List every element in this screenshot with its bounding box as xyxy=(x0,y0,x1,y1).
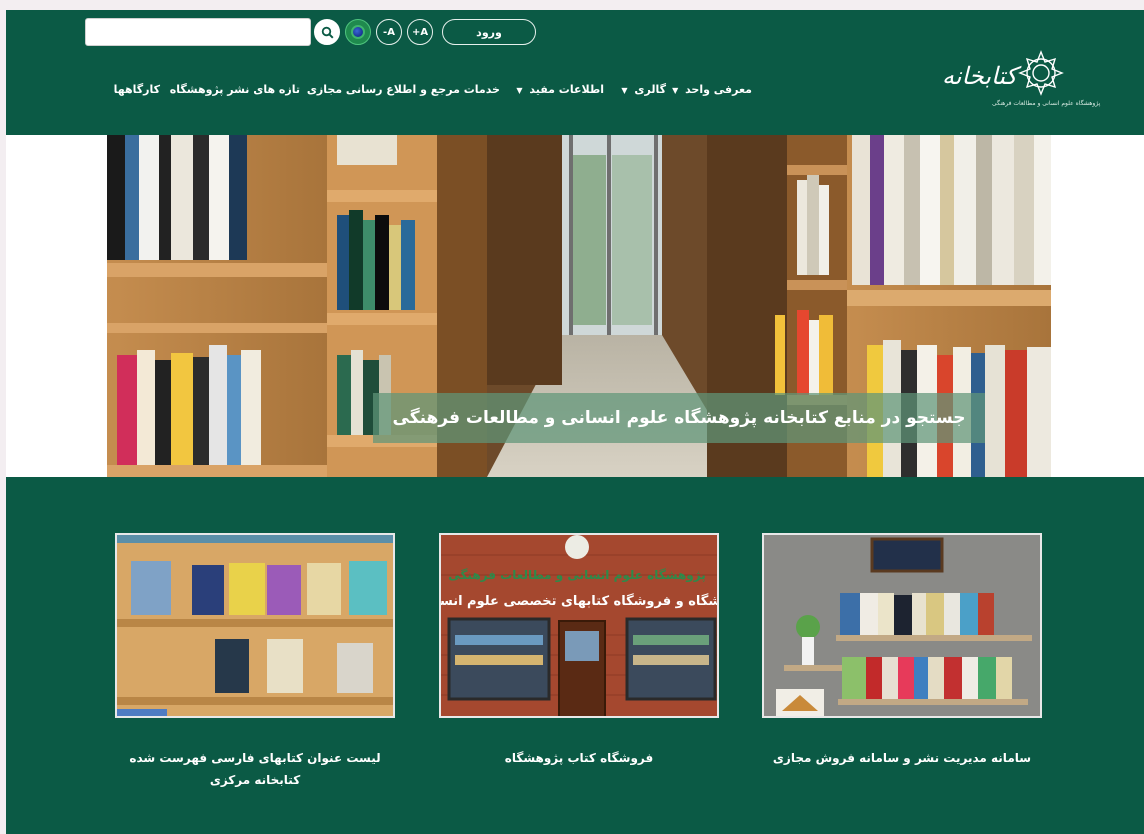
nav-item-reference-services[interactable]: خدمات مرجع و اطلاع رسانی مجازی xyxy=(307,83,500,96)
nav-item-label: اطلاعات مفید xyxy=(529,83,604,96)
font-increase-label: +A xyxy=(411,26,429,38)
chevron-down-icon: ▼ xyxy=(516,86,523,95)
store-sign-title: پژوهشگاه علوم انسانی و مطالعات فرهنگی xyxy=(448,568,705,583)
nav-item-label: گالری xyxy=(634,83,666,96)
card-book-list-caption[interactable]: لیست عنوان کتابهای فارسی فهرست شده کتابخ… xyxy=(105,747,405,791)
nav-item-workshops[interactable]: کارگاهها xyxy=(114,83,160,96)
bookshelf-photo xyxy=(117,535,393,716)
font-decrease-button[interactable]: -A xyxy=(376,19,402,45)
login-button[interactable]: ورود xyxy=(442,19,536,45)
card-caption-text: لیست عنوان کتابهای فارسی فهرست شده کتابخ… xyxy=(129,751,381,787)
search-icon xyxy=(321,26,334,39)
logo-wordmark: کتابخانه xyxy=(942,62,1018,90)
nav-item-label: تازه های نشر پژوهشگاه xyxy=(169,83,300,96)
card-bookstore-image[interactable]: پژوهشگاه علوم انسانی و مطالعات فرهنگی نم… xyxy=(439,533,719,718)
hero-search-caption[interactable]: جستجو در منابع کتابخانه پژوهشگاه علوم ان… xyxy=(373,393,985,443)
card-publishing-image[interactable] xyxy=(762,533,1042,718)
contrast-toggle-button[interactable] xyxy=(345,19,371,45)
chevron-down-icon: ▼ xyxy=(672,86,679,95)
card-caption-text: سامانه مدیریت نشر و سامانه فروش مجازی xyxy=(772,751,1032,765)
nav-item-label: کارگاهها xyxy=(113,83,160,96)
store-sign-subtitle: نمایشگاه و فروشگاه کتابهای تخصصی علوم ان… xyxy=(441,593,719,609)
search-button[interactable] xyxy=(314,19,340,45)
font-increase-button[interactable]: +A xyxy=(407,19,433,45)
wall-shelf-photo xyxy=(764,535,1040,716)
hero-caption-text: جستجو در منابع کتابخانه پژوهشگاه علوم ان… xyxy=(392,408,966,428)
site-header: -A +A ورود معرفی واحد ▼ گالری ▼ اطلاعات … xyxy=(6,10,1144,135)
page: -A +A ورود معرفی واحد ▼ گالری ▼ اطلاعات … xyxy=(6,10,1144,834)
site-logo[interactable]: کتابخانه پژوهشگاه علوم انسانی و مطالعات … xyxy=(942,50,1100,120)
nav-item-useful-info[interactable]: اطلاعات مفید ▼ xyxy=(516,83,604,96)
nav-item-new-publications[interactable]: تازه های نشر پژوهشگاه xyxy=(170,83,300,96)
nav-item-about[interactable]: معرفی واحد ▼ xyxy=(672,83,752,96)
services-section: لیست عنوان کتابهای فارسی فهرست شده کتابخ… xyxy=(6,477,1144,834)
card-book-list-image[interactable] xyxy=(115,533,395,718)
nav-item-label: خدمات مرجع و اطلاع رسانی مجازی xyxy=(306,83,500,96)
main-nav: معرفی واحد ▼ گالری ▼ اطلاعات مفید ▼ خدما… xyxy=(6,83,766,103)
hero-banner[interactable]: جستجو در منابع کتابخانه پژوهشگاه علوم ان… xyxy=(107,135,1051,477)
bookstore-photo: پژوهشگاه علوم انسانی و مطالعات فرهنگی نم… xyxy=(441,535,719,716)
nav-item-label: معرفی واحد xyxy=(685,83,752,96)
logo-subtitle: پژوهشگاه علوم انسانی و مطالعات فرهنگی xyxy=(992,100,1101,107)
contrast-icon xyxy=(351,25,365,39)
card-publishing-caption[interactable]: سامانه مدیریت نشر و سامانه فروش مجازی xyxy=(752,747,1052,769)
nav-item-gallery[interactable]: گالری ▼ xyxy=(621,83,666,96)
card-bookstore-caption[interactable]: فروشگاه کتاب پژوهشگاه xyxy=(429,747,729,769)
login-label: ورود xyxy=(476,25,502,39)
search-input[interactable] xyxy=(85,18,311,46)
font-decrease-label: -A xyxy=(383,26,395,38)
card-caption-text: فروشگاه کتاب پژوهشگاه xyxy=(504,751,654,765)
emblem-icon xyxy=(1018,50,1064,96)
chevron-down-icon: ▼ xyxy=(621,86,628,95)
